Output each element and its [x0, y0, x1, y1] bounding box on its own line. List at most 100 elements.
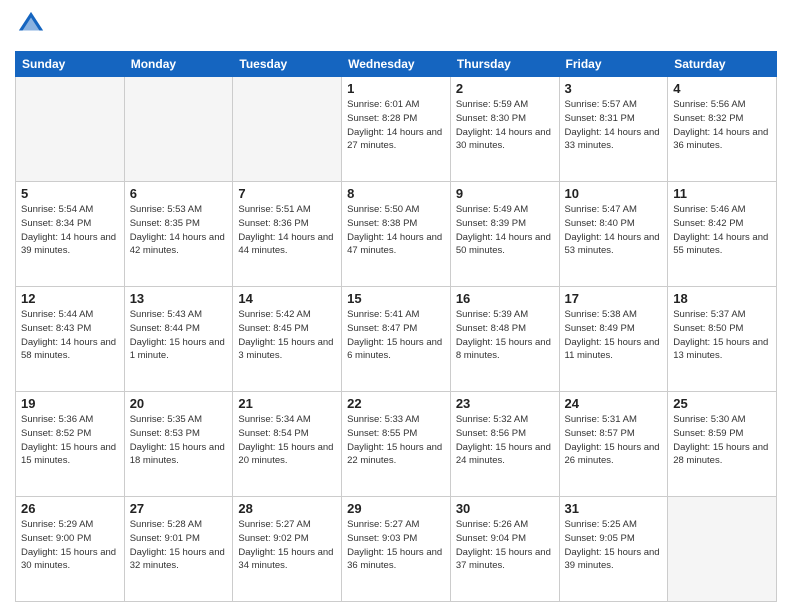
calendar-cell: 15 Sunrise: 5:41 AM Sunset: 8:47 PM Dayli…	[342, 287, 451, 392]
day-number: 23	[456, 396, 554, 411]
calendar-cell: 29 Sunrise: 5:27 AM Sunset: 9:03 PM Dayli…	[342, 497, 451, 602]
day-info: Sunrise: 5:44 AM Sunset: 8:43 PM Dayligh…	[21, 308, 119, 363]
calendar-cell: 8Sunrise: 5:50 AM Sunset: 8:38 PM Daylig…	[342, 182, 451, 287]
calendar-cell: 9 Sunrise: 5:49 AM Sunset: 8:39 PM Daylig…	[450, 182, 559, 287]
day-info: Sunrise: 5:59 AM Sunset: 8:30 PM Dayligh…	[456, 98, 554, 153]
calendar-header: SundayMondayTuesdayWednesdayThursdayFrid…	[16, 52, 777, 77]
day-number: 12	[21, 291, 119, 306]
calendar-cell	[668, 497, 777, 602]
day-header-sunday: Sunday	[16, 52, 125, 77]
day-number: 21	[238, 396, 336, 411]
calendar-cell: 7 Sunrise: 5:51 AM Sunset: 8:36 PM Daylig…	[233, 182, 342, 287]
day-number: 26	[21, 501, 119, 516]
calendar-cell: 16 Sunrise: 5:39 AM Sunset: 8:48 PM Dayli…	[450, 287, 559, 392]
day-info: Sunrise: 5:34 AM Sunset: 8:54 PM Dayligh…	[238, 413, 336, 468]
day-info: Sunrise: 5:35 AM Sunset: 8:53 PM Dayligh…	[130, 413, 228, 468]
day-number: 31	[565, 501, 663, 516]
day-number: 10	[565, 186, 663, 201]
day-info: Sunrise: 5:33 AM Sunset: 8:55 PM Dayligh…	[347, 413, 445, 468]
calendar-cell: 26 Sunrise: 5:29 AM Sunset: 9:00 PM Dayli…	[16, 497, 125, 602]
day-number: 9	[456, 186, 554, 201]
day-number: 15	[347, 291, 445, 306]
calendar-cell: 17Sunrise: 5:38 AM Sunset: 8:49 PM Dayli…	[559, 287, 668, 392]
day-number: 7	[238, 186, 336, 201]
day-info: Sunrise: 5:49 AM Sunset: 8:39 PM Dayligh…	[456, 203, 554, 258]
day-info: Sunrise: 5:27 AM Sunset: 9:03 PM Dayligh…	[347, 518, 445, 573]
calendar-cell: 11Sunrise: 5:46 AM Sunset: 8:42 PM Dayli…	[668, 182, 777, 287]
day-number: 17	[565, 291, 663, 306]
calendar-cell: 3 Sunrise: 5:57 AM Sunset: 8:31 PM Daylig…	[559, 77, 668, 182]
week-row-0: 1Sunrise: 6:01 AM Sunset: 8:28 PM Daylig…	[16, 77, 777, 182]
calendar-cell: 21 Sunrise: 5:34 AM Sunset: 8:54 PM Dayli…	[233, 392, 342, 497]
day-header-monday: Monday	[124, 52, 233, 77]
calendar-cell: 10 Sunrise: 5:47 AM Sunset: 8:40 PM Dayli…	[559, 182, 668, 287]
week-row-1: 5 Sunrise: 5:54 AM Sunset: 8:34 PM Daylig…	[16, 182, 777, 287]
day-info: Sunrise: 5:54 AM Sunset: 8:34 PM Dayligh…	[21, 203, 119, 258]
day-number: 20	[130, 396, 228, 411]
day-info: Sunrise: 5:30 AM Sunset: 8:59 PM Dayligh…	[673, 413, 771, 468]
day-info: Sunrise: 5:56 AM Sunset: 8:32 PM Dayligh…	[673, 98, 771, 153]
calendar-cell: 2 Sunrise: 5:59 AM Sunset: 8:30 PM Daylig…	[450, 77, 559, 182]
day-number: 3	[565, 81, 663, 96]
day-number: 18	[673, 291, 771, 306]
day-number: 5	[21, 186, 119, 201]
calendar-cell: 14 Sunrise: 5:42 AM Sunset: 8:45 PM Dayli…	[233, 287, 342, 392]
calendar-cell: 22Sunrise: 5:33 AM Sunset: 8:55 PM Dayli…	[342, 392, 451, 497]
calendar-cell: 28 Sunrise: 5:27 AM Sunset: 9:02 PM Dayli…	[233, 497, 342, 602]
calendar-cell: 1Sunrise: 6:01 AM Sunset: 8:28 PM Daylig…	[342, 77, 451, 182]
calendar-cell: 30Sunrise: 5:26 AM Sunset: 9:04 PM Dayli…	[450, 497, 559, 602]
day-number: 16	[456, 291, 554, 306]
week-row-4: 26 Sunrise: 5:29 AM Sunset: 9:00 PM Dayli…	[16, 497, 777, 602]
day-info: Sunrise: 5:26 AM Sunset: 9:04 PM Dayligh…	[456, 518, 554, 573]
day-info: Sunrise: 5:57 AM Sunset: 8:31 PM Dayligh…	[565, 98, 663, 153]
day-number: 29	[347, 501, 445, 516]
calendar-cell: 20 Sunrise: 5:35 AM Sunset: 8:53 PM Dayli…	[124, 392, 233, 497]
day-info: Sunrise: 5:36 AM Sunset: 8:52 PM Dayligh…	[21, 413, 119, 468]
day-info: Sunrise: 5:51 AM Sunset: 8:36 PM Dayligh…	[238, 203, 336, 258]
day-number: 2	[456, 81, 554, 96]
day-info: Sunrise: 5:31 AM Sunset: 8:57 PM Dayligh…	[565, 413, 663, 468]
day-info: Sunrise: 5:25 AM Sunset: 9:05 PM Dayligh…	[565, 518, 663, 573]
day-info: Sunrise: 5:29 AM Sunset: 9:00 PM Dayligh…	[21, 518, 119, 573]
calendar-cell: 6 Sunrise: 5:53 AM Sunset: 8:35 PM Daylig…	[124, 182, 233, 287]
calendar-cell: 18Sunrise: 5:37 AM Sunset: 8:50 PM Dayli…	[668, 287, 777, 392]
day-header-thursday: Thursday	[450, 52, 559, 77]
calendar-cell: 31 Sunrise: 5:25 AM Sunset: 9:05 PM Dayli…	[559, 497, 668, 602]
day-info: Sunrise: 5:41 AM Sunset: 8:47 PM Dayligh…	[347, 308, 445, 363]
day-number: 13	[130, 291, 228, 306]
day-info: Sunrise: 5:47 AM Sunset: 8:40 PM Dayligh…	[565, 203, 663, 258]
day-number: 28	[238, 501, 336, 516]
week-row-3: 19 Sunrise: 5:36 AM Sunset: 8:52 PM Dayli…	[16, 392, 777, 497]
day-header-wednesday: Wednesday	[342, 52, 451, 77]
day-info: Sunrise: 5:50 AM Sunset: 8:38 PM Dayligh…	[347, 203, 445, 258]
day-number: 25	[673, 396, 771, 411]
week-row-2: 12 Sunrise: 5:44 AM Sunset: 8:43 PM Dayli…	[16, 287, 777, 392]
day-number: 1	[347, 81, 445, 96]
calendar-cell: 5 Sunrise: 5:54 AM Sunset: 8:34 PM Daylig…	[16, 182, 125, 287]
calendar-cell: 13Sunrise: 5:43 AM Sunset: 8:44 PM Dayli…	[124, 287, 233, 392]
day-number: 11	[673, 186, 771, 201]
day-info: Sunrise: 5:27 AM Sunset: 9:02 PM Dayligh…	[238, 518, 336, 573]
calendar-table: SundayMondayTuesdayWednesdayThursdayFrid…	[15, 51, 777, 602]
day-header-tuesday: Tuesday	[233, 52, 342, 77]
day-number: 4	[673, 81, 771, 96]
calendar-cell	[16, 77, 125, 182]
day-number: 27	[130, 501, 228, 516]
day-number: 19	[21, 396, 119, 411]
calendar-cell: 19 Sunrise: 5:36 AM Sunset: 8:52 PM Dayli…	[16, 392, 125, 497]
day-info: Sunrise: 5:42 AM Sunset: 8:45 PM Dayligh…	[238, 308, 336, 363]
header-row: SundayMondayTuesdayWednesdayThursdayFrid…	[16, 52, 777, 77]
day-info: Sunrise: 5:39 AM Sunset: 8:48 PM Dayligh…	[456, 308, 554, 363]
calendar-body: 1Sunrise: 6:01 AM Sunset: 8:28 PM Daylig…	[16, 77, 777, 602]
day-number: 14	[238, 291, 336, 306]
day-number: 6	[130, 186, 228, 201]
day-header-saturday: Saturday	[668, 52, 777, 77]
day-number: 24	[565, 396, 663, 411]
calendar-cell: 24 Sunrise: 5:31 AM Sunset: 8:57 PM Dayli…	[559, 392, 668, 497]
header	[15, 10, 777, 43]
logo-icon	[17, 10, 45, 38]
calendar-cell: 23Sunrise: 5:32 AM Sunset: 8:56 PM Dayli…	[450, 392, 559, 497]
day-info: Sunrise: 5:53 AM Sunset: 8:35 PM Dayligh…	[130, 203, 228, 258]
page: SundayMondayTuesdayWednesdayThursdayFrid…	[0, 0, 792, 612]
logo	[15, 10, 45, 43]
